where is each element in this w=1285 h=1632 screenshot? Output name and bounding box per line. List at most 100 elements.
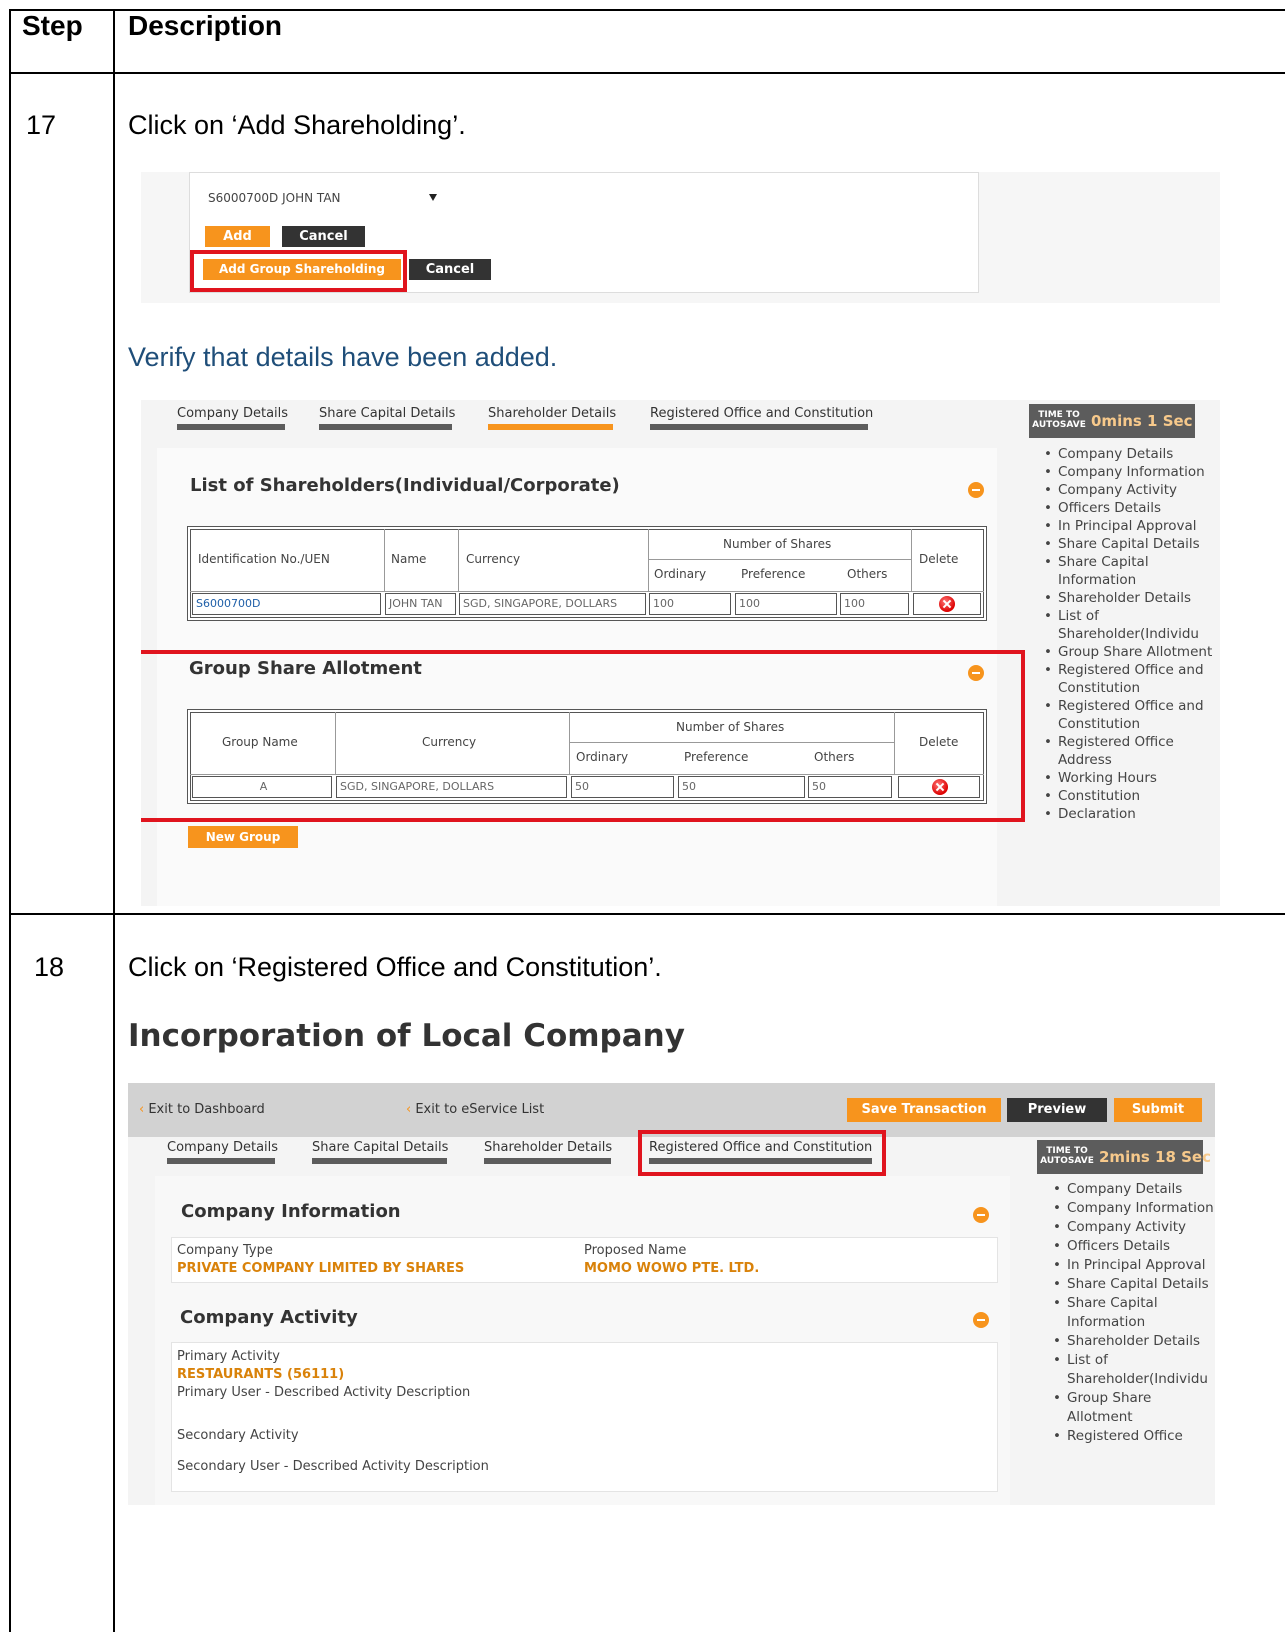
- sh-header-number-of-shares: Number of Shares: [723, 537, 832, 551]
- sidebar-item[interactable]: Company Details: [1049, 1180, 1219, 1199]
- tab-share-capital-details[interactable]: Share Capital Details: [312, 1140, 448, 1155]
- chevron-down-icon[interactable]: [429, 194, 437, 201]
- tab-company-details[interactable]: Company Details: [177, 406, 288, 421]
- preview-button[interactable]: Preview: [1007, 1098, 1107, 1122]
- tab-share-capital-bar: [319, 424, 452, 430]
- sidebar-nav: Company DetailsCompany InformationCompan…: [1049, 1180, 1219, 1446]
- page-title: Incorporation of Local Company: [128, 1018, 685, 1054]
- sh-name-field[interactable]: JOHN TAN: [385, 593, 456, 615]
- tab-share-capital-bar: [312, 1158, 447, 1164]
- shareholders-title: List of Shareholders(Individual/Corporat…: [190, 475, 620, 496]
- autosave-value: 2mins 18 Sec: [1099, 1148, 1212, 1166]
- primary-activity-value: RESTAURANTS (56111): [177, 1367, 345, 1382]
- exit-eservice-label: Exit to eService List: [415, 1102, 545, 1117]
- sidebar-item[interactable]: Registered Office Address: [1040, 733, 1220, 769]
- sidebar-item[interactable]: Registered Office and Constitution: [1040, 661, 1220, 697]
- exit-dashboard-label: Exit to Dashboard: [148, 1102, 265, 1117]
- table-header-divider: [9, 72, 1285, 74]
- tab-shareholder-details[interactable]: Shareholder Details: [488, 406, 616, 421]
- sh-id-field[interactable]: S6000700D: [192, 593, 381, 615]
- sidebar-item[interactable]: Constitution: [1040, 787, 1220, 805]
- collapse-icon[interactable]: [968, 482, 984, 498]
- sidebar-list: Company DetailsCompany InformationCompan…: [1049, 1180, 1219, 1446]
- sh-header-currency: Currency: [466, 552, 521, 566]
- new-group-button[interactable]: New Group: [188, 826, 298, 848]
- save-transaction-button[interactable]: Save Transaction: [847, 1098, 1001, 1122]
- sh-header-name: Name: [391, 552, 427, 566]
- table-column-divider: [113, 9, 115, 1632]
- company-information-title: Company Information: [181, 1201, 401, 1222]
- exit-eservice-link[interactable]: ‹ Exit to eService List: [406, 1102, 544, 1117]
- sidebar-item[interactable]: Share Capital Information: [1040, 553, 1220, 589]
- sh-currency-field[interactable]: SGD, SINGAPORE, DOLLARS: [459, 593, 646, 615]
- sidebar-item[interactable]: Company Activity: [1049, 1218, 1219, 1237]
- sidebar-item[interactable]: Registered Office and Constitution: [1040, 697, 1220, 733]
- table-border-left: [9, 9, 11, 1632]
- sidebar-item[interactable]: Company Details: [1040, 445, 1220, 463]
- screenshot-registered-office: Incorporation of Local Company ‹ Exit to…: [127, 1000, 1220, 1505]
- sh-preference-field[interactable]: 100: [735, 593, 837, 615]
- secondary-description: Secondary User - Described Activity Desc…: [177, 1459, 489, 1474]
- exit-dashboard-link[interactable]: ‹ Exit to Dashboard: [139, 1102, 265, 1117]
- sidebar-nav: Company DetailsCompany InformationCompan…: [1040, 445, 1220, 823]
- delete-icon[interactable]: [939, 596, 955, 612]
- sidebar-item[interactable]: In Principal Approval: [1049, 1256, 1219, 1275]
- cancel-button[interactable]: Cancel: [282, 226, 365, 247]
- sh-header-delete: Delete: [919, 552, 959, 566]
- select-value: S6000700D JOHN TAN: [208, 191, 341, 205]
- sidebar-item[interactable]: List of Shareholder(Individu: [1040, 607, 1220, 643]
- sh-ordinary-field[interactable]: 100: [649, 593, 731, 615]
- primary-description: Primary User - Described Activity Descri…: [177, 1385, 471, 1400]
- sh-header-preference: Preference: [741, 567, 806, 581]
- tab-share-capital-details[interactable]: Share Capital Details: [319, 406, 455, 421]
- sidebar-item[interactable]: Group Share Allotment: [1040, 643, 1220, 661]
- sidebar-item[interactable]: Shareholder Details: [1049, 1332, 1219, 1351]
- add-button[interactable]: Add: [205, 226, 270, 247]
- sh-header-ordinary: Ordinary: [654, 567, 707, 581]
- col-divider: [648, 529, 649, 591]
- sidebar-item[interactable]: List of Shareholder(Individu: [1049, 1351, 1219, 1389]
- cancel-group-button[interactable]: Cancel: [409, 259, 491, 280]
- sidebar-item[interactable]: Shareholder Details: [1040, 589, 1220, 607]
- highlight-group-share-allotment: [141, 650, 1025, 822]
- col-divider: [911, 529, 912, 591]
- row-divider: [190, 591, 984, 592]
- submit-button[interactable]: Submit: [1114, 1098, 1202, 1122]
- shareholder-select[interactable]: S6000700D JOHN TAN: [205, 186, 445, 210]
- tab-company-details-bar: [177, 424, 285, 430]
- sidebar-item[interactable]: In Principal Approval: [1040, 517, 1220, 535]
- tab-company-details[interactable]: Company Details: [167, 1140, 278, 1155]
- sidebar-list: Company DetailsCompany InformationCompan…: [1040, 445, 1220, 823]
- sidebar-item[interactable]: Company Activity: [1040, 481, 1220, 499]
- company-activity-title: Company Activity: [180, 1307, 358, 1328]
- sidebar-item[interactable]: Declaration: [1040, 805, 1220, 823]
- collapse-icon[interactable]: [973, 1312, 989, 1328]
- header-step: Step: [22, 10, 83, 41]
- collapse-icon[interactable]: [973, 1207, 989, 1223]
- autosave-label: TIME TO AUTOSAVE: [1032, 410, 1086, 430]
- screenshot-add-shareholding: S6000700D JOHN TAN Add Cancel Add Group …: [141, 172, 1220, 303]
- proposed-name-value: MOMO WOWO PTE. LTD.: [584, 1261, 760, 1276]
- sidebar-item[interactable]: Share Capital Details: [1049, 1275, 1219, 1294]
- autosave-value: 0mins 1 Sec: [1091, 412, 1193, 430]
- autosave-timer: TIME TO AUTOSAVE 2mins 18 Sec: [1037, 1140, 1211, 1174]
- sidebar-item[interactable]: Share Capital Information: [1049, 1294, 1219, 1332]
- secondary-activity-label: Secondary Activity: [177, 1428, 299, 1443]
- sidebar-item[interactable]: Working Hours: [1040, 769, 1220, 787]
- tab-registered-office-bar: [650, 424, 868, 430]
- sh-others-field[interactable]: 100: [840, 593, 909, 615]
- tab-registered-office[interactable]: Registered Office and Constitution: [650, 406, 873, 421]
- tab-company-details-bar: [167, 1158, 275, 1164]
- sidebar-item[interactable]: Officers Details: [1040, 499, 1220, 517]
- highlight-registered-office-tab: [638, 1130, 886, 1176]
- sidebar-item[interactable]: Registered Office: [1049, 1427, 1219, 1446]
- sidebar-item[interactable]: Share Capital Details: [1040, 535, 1220, 553]
- proposed-name-label: Proposed Name: [584, 1243, 687, 1258]
- sh-header-id: Identification No./UEN: [198, 552, 330, 566]
- sidebar-item[interactable]: Officers Details: [1049, 1237, 1219, 1256]
- sidebar-item[interactable]: Company Information: [1049, 1199, 1219, 1218]
- tab-shareholder-details[interactable]: Shareholder Details: [484, 1140, 612, 1155]
- header-description: Description: [128, 10, 283, 41]
- sidebar-item[interactable]: Company Information: [1040, 463, 1220, 481]
- sidebar-item[interactable]: Group Share Allotment: [1049, 1389, 1219, 1427]
